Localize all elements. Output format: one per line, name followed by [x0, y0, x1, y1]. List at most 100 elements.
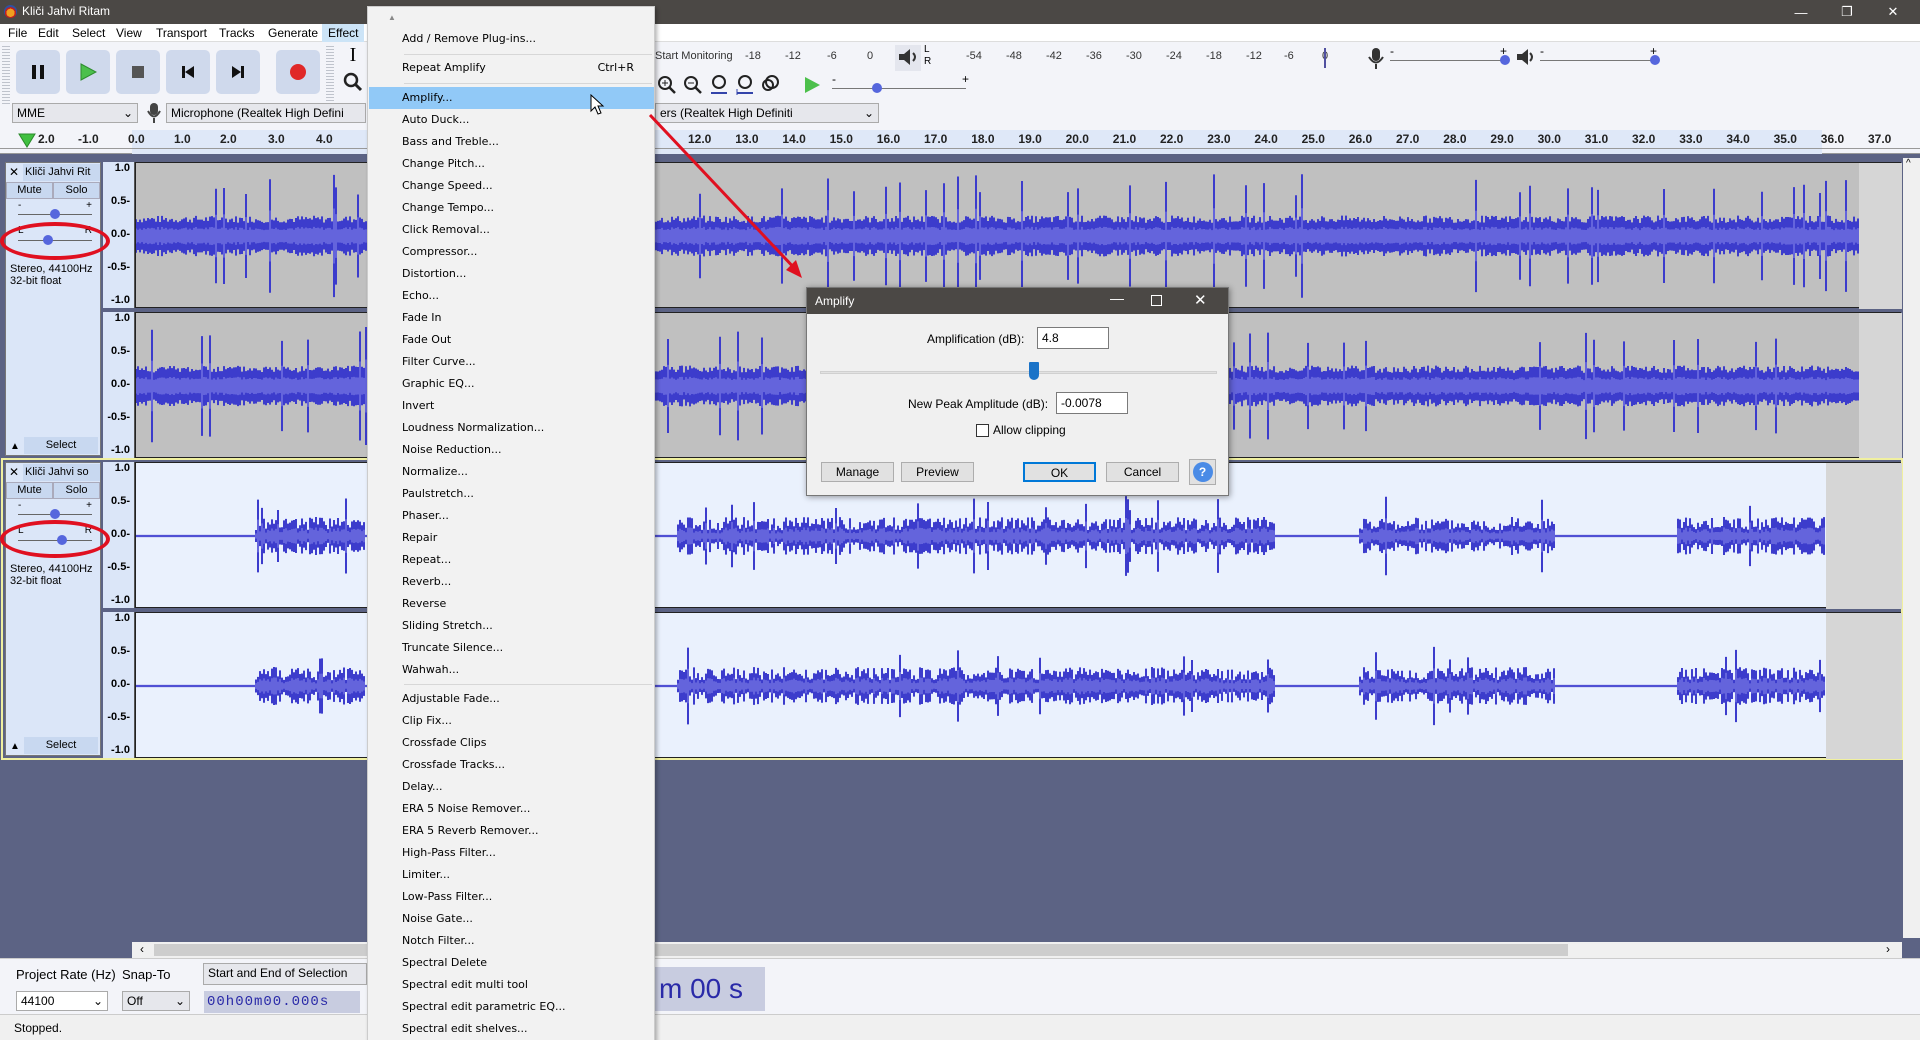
menu-item-auto-duck[interactable]: Auto Duck... — [369, 109, 654, 131]
play-button[interactable] — [66, 50, 110, 94]
menu-item-filter-curve[interactable]: Filter Curve... — [369, 351, 654, 373]
track-control-panel[interactable]: ✕ Kliči Jahvi Rit Mute Solo - + L R Ster… — [5, 162, 101, 456]
menu-item-spectral-edit-shelves[interactable]: Spectral edit shelves... — [369, 1018, 654, 1040]
scroll-left-icon[interactable]: ‹ — [140, 942, 144, 956]
menu-item-wahwah[interactable]: Wahwah... — [369, 659, 654, 681]
scroll-right-icon[interactable]: › — [1886, 942, 1890, 956]
menu-item-crossfade-clips[interactable]: Crossfade Clips — [369, 732, 654, 754]
record-meter[interactable]: Start Monitoring -18 -12 -6 0 — [655, 48, 875, 70]
gain-slider-thumb[interactable] — [50, 209, 60, 219]
ok-button[interactable]: OK — [1023, 462, 1096, 482]
menu-item-sliding-stretch[interactable]: Sliding Stretch... — [369, 615, 654, 637]
menu-item-noise-reduction[interactable]: Noise Reduction... — [369, 439, 654, 461]
help-button[interactable]: ? — [1189, 459, 1216, 485]
mute-button[interactable]: Mute — [6, 482, 53, 499]
menu-item-high-pass-filter[interactable]: High-Pass Filter... — [369, 842, 654, 864]
menu-view[interactable]: View — [110, 24, 148, 42]
project-rate-select[interactable]: 44100 ⌄ — [16, 991, 108, 1011]
allow-clipping-checkbox[interactable] — [976, 424, 989, 437]
track-name-menu[interactable]: Kliči Jahvi so — [23, 464, 100, 481]
menu-item-change-speed[interactable]: Change Speed... — [369, 175, 654, 197]
preview-button[interactable]: Preview — [901, 462, 974, 482]
menu-item-spectral-edit-multi-tool[interactable]: Spectral edit multi tool — [369, 974, 654, 996]
menu-item-era-5-noise-remover[interactable]: ERA 5 Noise Remover... — [369, 798, 654, 820]
select-track-button[interactable]: Select — [24, 737, 98, 754]
pin-playhead-icon[interactable] — [18, 133, 36, 149]
menu-tracks[interactable]: Tracks — [213, 24, 261, 42]
speaker-meter-button[interactable] — [895, 45, 921, 71]
menu-item-invert[interactable]: Invert — [369, 395, 654, 417]
audio-position-time[interactable]: m 00 s — [655, 967, 765, 1011]
gain-slider[interactable]: - + — [18, 200, 92, 223]
stop-button[interactable] — [116, 50, 160, 94]
menu-file[interactable]: File — [2, 24, 33, 42]
dialog-maximize-button[interactable] — [1151, 295, 1162, 306]
toolbar-grip[interactable] — [326, 46, 334, 106]
menu-generate[interactable]: Generate — [262, 24, 324, 42]
menu-item-echo[interactable]: Echo... — [369, 285, 654, 307]
slider-thumb[interactable] — [1650, 55, 1660, 65]
play-speed-slider[interactable]: - + — [832, 72, 969, 96]
menu-item-phaser[interactable]: Phaser... — [369, 505, 654, 527]
vertical-scale[interactable]: 1.0 0.5- 0.0- -0.5- -1.0 — [103, 612, 135, 758]
menu-item-notch-filter[interactable]: Notch Filter... — [369, 930, 654, 952]
menu-item-change-tempo[interactable]: Change Tempo... — [369, 197, 654, 219]
menu-item-add-remove-plugins[interactable]: Add / Remove Plug-ins... — [369, 28, 654, 50]
start-monitoring-label[interactable]: Start Monitoring — [655, 50, 733, 62]
gain-slider-thumb[interactable] — [50, 509, 60, 519]
close-button[interactable]: ✕ — [1870, 0, 1916, 24]
track-close-button[interactable]: ✕ — [9, 465, 19, 479]
playback-meter[interactable]: -54 -48 -42 -36 -30 -24 -18 -12 -6 0 — [960, 48, 1340, 70]
menu-item-limiter[interactable]: Limiter... — [369, 864, 654, 886]
menu-item-truncate-silence[interactable]: Truncate Silence... — [369, 637, 654, 659]
vertical-scale[interactable]: 1.0 0.5- 0.0- -0.5- -1.0 — [103, 312, 135, 458]
menu-item-noise-gate[interactable]: Noise Gate... — [369, 908, 654, 930]
timeline-ruler[interactable]: 2.0 -1.0 0.0 1.0 2.0 3.0 4.0 12.0 13.0 14.… — [0, 130, 1920, 154]
menu-item-click-removal[interactable]: Click Removal... — [369, 219, 654, 241]
solo-button[interactable]: Solo — [53, 482, 100, 499]
menu-item-normalize[interactable]: Normalize... — [369, 461, 654, 483]
menu-item-delay[interactable]: Delay... — [369, 776, 654, 798]
menu-item-clip-fix[interactable]: Clip Fix... — [369, 710, 654, 732]
menu-effect[interactable]: Effect — [322, 24, 365, 42]
menu-item-change-pitch[interactable]: Change Pitch... — [369, 153, 654, 175]
menu-item-bass-and-treble[interactable]: Bass and Treble... — [369, 131, 654, 153]
pause-button[interactable] — [16, 50, 60, 94]
menu-transport[interactable]: Transport — [150, 24, 213, 42]
selection-mode-select[interactable]: Start and End of Selection — [203, 963, 367, 985]
fit-selection-icon[interactable] — [708, 74, 730, 96]
selection-start-time[interactable]: 00h00m00.000s — [204, 991, 360, 1013]
play-at-speed-button[interactable] — [802, 74, 824, 98]
menu-edit[interactable]: Edit — [32, 24, 65, 42]
track-close-button[interactable]: ✕ — [9, 165, 19, 179]
dialog-close-button[interactable]: ✕ — [1194, 291, 1207, 309]
slider-thumb[interactable] — [872, 83, 882, 93]
amplification-input[interactable]: 4.8 — [1037, 327, 1109, 349]
amplification-slider-thumb[interactable] — [1029, 362, 1040, 380]
cancel-button[interactable]: Cancel — [1106, 462, 1179, 482]
skip-to-start-button[interactable] — [166, 50, 210, 94]
collapse-track-icon[interactable]: ▲ — [10, 441, 20, 452]
scroll-up-arrow-icon[interactable]: ▲ — [388, 13, 396, 22]
manage-button[interactable]: Manage — [821, 462, 894, 482]
solo-button[interactable]: Solo — [53, 182, 100, 199]
menu-item-era-5-reverb-remover[interactable]: ERA 5 Reverb Remover... — [369, 820, 654, 842]
minimize-button[interactable]: — — [1778, 0, 1824, 24]
fit-project-icon[interactable] — [734, 74, 756, 96]
new-peak-input[interactable]: -0.0078 — [1056, 392, 1128, 414]
recording-device-select[interactable]: Microphone (Realtek High Defini — [166, 103, 366, 123]
menu-item-paulstretch[interactable]: Paulstretch... — [369, 483, 654, 505]
menu-item-adjustable-fade[interactable]: Adjustable Fade... — [369, 688, 654, 710]
collapse-track-icon[interactable]: ▲ — [10, 741, 20, 752]
menu-item-compressor[interactable]: Compressor... — [369, 241, 654, 263]
menu-item-low-pass-filter[interactable]: Low-Pass Filter... — [369, 886, 654, 908]
menu-item-repeat-amplify[interactable]: Repeat Amplify Ctrl+R — [369, 57, 654, 79]
skip-to-end-button[interactable] — [216, 50, 260, 94]
menu-item-graphic-eq[interactable]: Graphic EQ... — [369, 373, 654, 395]
zoom-out-icon[interactable] — [682, 74, 704, 96]
mute-button[interactable]: Mute — [6, 182, 53, 199]
menu-item-amplify[interactable]: Amplify... — [369, 87, 654, 109]
track-control-panel[interactable]: ✕ Kliči Jahvi so Mute Solo - + L R Stere… — [5, 462, 101, 756]
scroll-up-icon[interactable]: ^ — [1906, 158, 1911, 169]
menu-item-spectral-delete[interactable]: Spectral Delete — [369, 952, 654, 974]
